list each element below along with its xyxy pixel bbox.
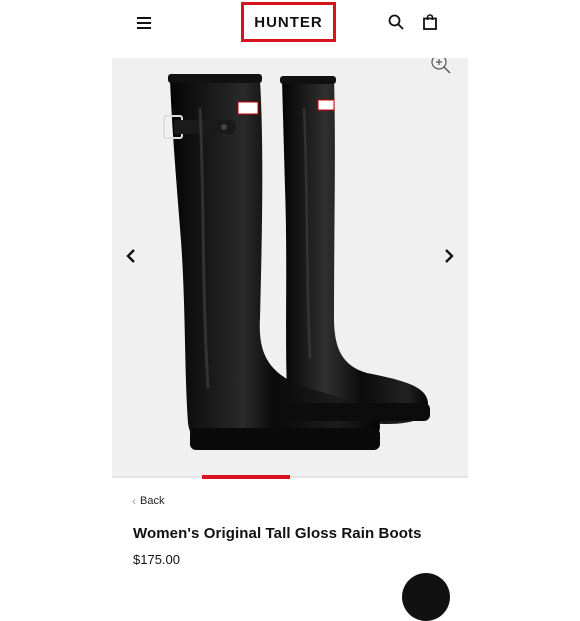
product-page: HUNTER ‹ Back Women's Original Tall Glos… (112, 0, 468, 621)
product-title: Women's Original Tall Gloss Rain Boots (133, 525, 422, 542)
site-header: HUNTER (112, 0, 468, 58)
chevron-right-icon[interactable] (438, 246, 458, 266)
chat-button[interactable] (402, 573, 450, 621)
back-link[interactable]: ‹ Back (132, 494, 164, 508)
chevron-left-small-icon: ‹ (132, 494, 136, 508)
product-image-boots (163, 74, 430, 450)
slide-indicator-track (112, 476, 468, 478)
hamburger-menu-icon[interactable] (137, 15, 155, 31)
search-icon[interactable] (388, 14, 404, 30)
shopping-bag-icon[interactable] (422, 14, 438, 30)
product-image-gallery[interactable] (112, 58, 468, 476)
back-label: Back (140, 495, 165, 507)
brand-name: HUNTER (254, 13, 323, 31)
slide-indicator-active[interactable] (202, 475, 290, 479)
product-price: $175.00 (133, 552, 180, 567)
chevron-left-icon[interactable] (122, 246, 142, 266)
brand-logo[interactable]: HUNTER (241, 2, 336, 42)
